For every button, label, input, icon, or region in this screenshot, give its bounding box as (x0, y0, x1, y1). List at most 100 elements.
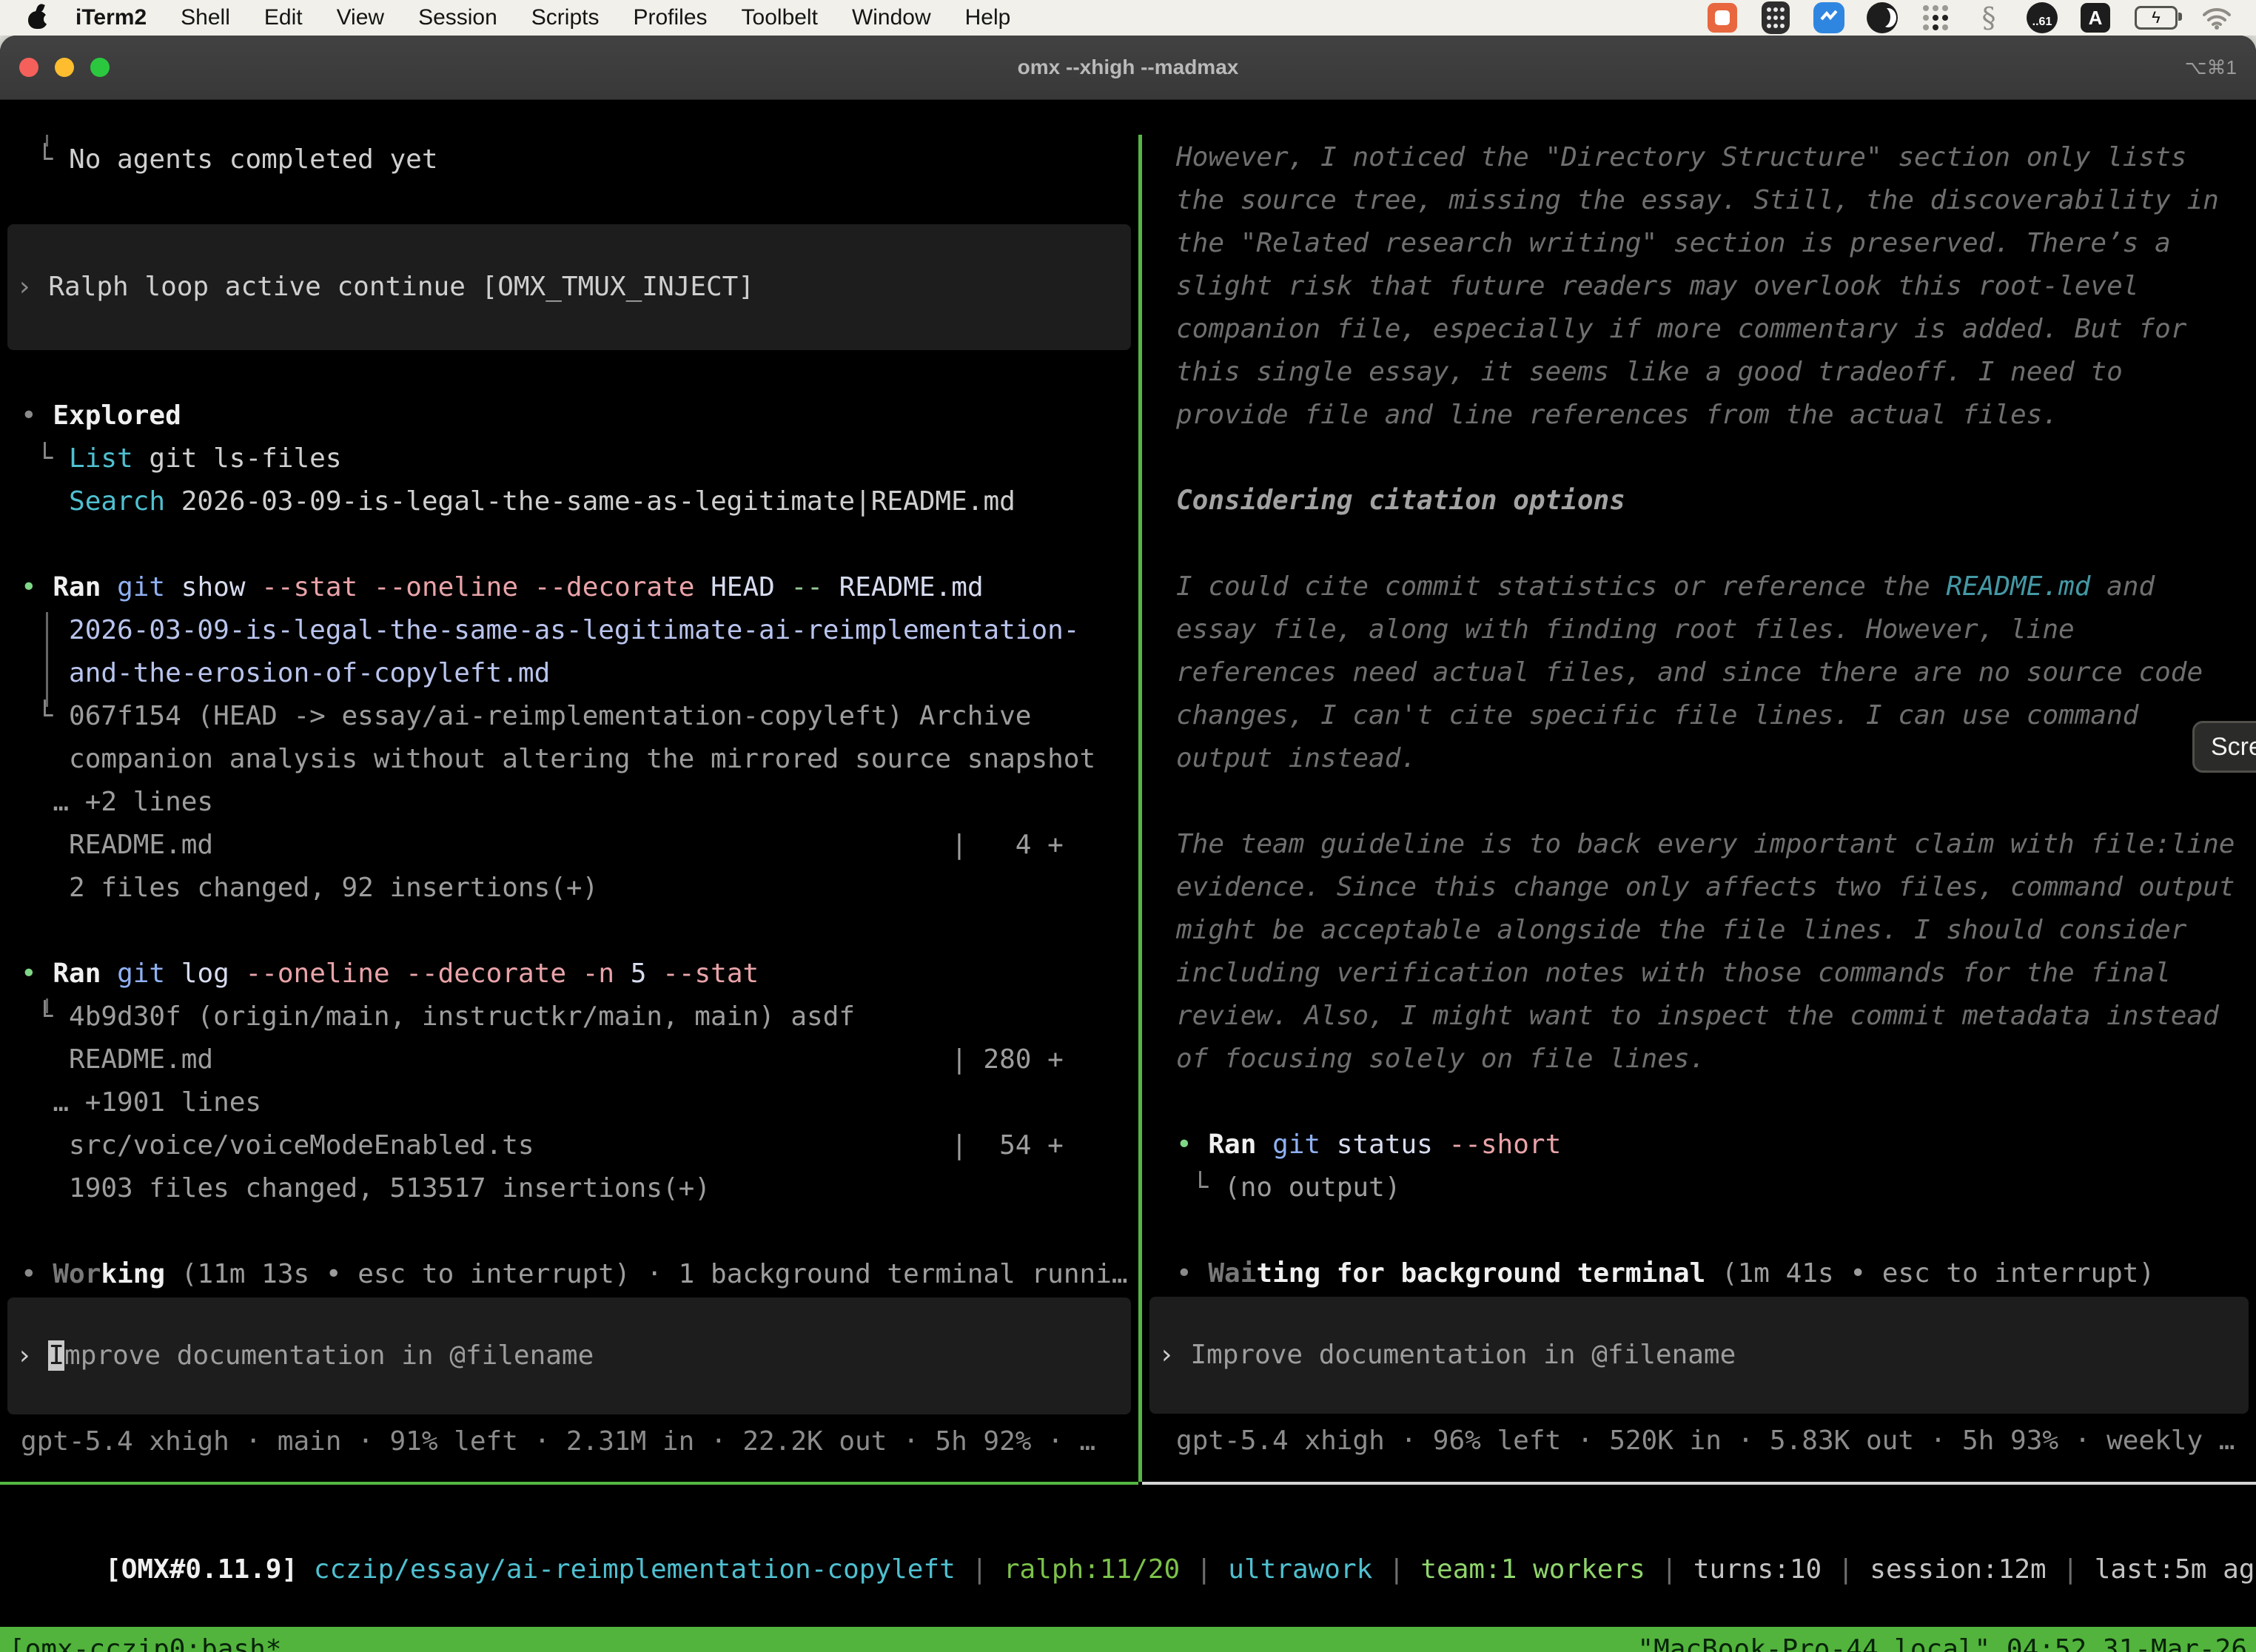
text-segment (1705, 1258, 1722, 1289)
a-badge-icon[interactable]: A (2078, 1, 2112, 35)
badge-61-icon[interactable]: ..61 (2025, 1, 2059, 35)
thinking-line: of focusing solely on file lines. (1176, 1038, 2256, 1081)
status-output: └ (no output) (1176, 1166, 2256, 1209)
text-segment: | (1822, 1554, 1870, 1585)
wifi-icon[interactable] (2200, 1, 2234, 35)
text-segment: -- (791, 572, 823, 602)
menu-item-view[interactable]: View (337, 5, 384, 30)
menu-item-toolbelt[interactable]: Toolbelt (742, 5, 818, 30)
terminal-line (1176, 523, 2256, 565)
text-segment: | (1372, 1554, 1420, 1585)
left-terminal-pane[interactable]: └ No agents completed yet › Ralph loop a… (0, 135, 1138, 1482)
show-filename-2: and-the-erosion-of-copyleft.md (21, 652, 1138, 695)
title-bar[interactable]: omx --xhigh --madmax ⌥⌘1 (0, 36, 2256, 100)
text-segment: 2026-03-09-is-legal-the-same-as-legitima… (165, 486, 1015, 517)
text-segment: the source tree, missing the essay. Stil… (1176, 185, 2219, 215)
squiggle-icon[interactable]: § (1972, 1, 2006, 35)
text-segment: essay file, along with finding root file… (1176, 614, 2075, 645)
text-segment: Wai (1208, 1258, 1256, 1289)
right-terminal-pane[interactable]: However, I noticed the "Directory Struct… (1142, 135, 2256, 1482)
dots-grid-icon[interactable] (1918, 1, 1953, 35)
text-segment: Considering citation options (1176, 486, 1625, 516)
text-segment: 2 files changed, 92 insertions(+) (21, 873, 598, 903)
show-stat-2: 2 files changed, 92 insertions(+) (21, 867, 1138, 910)
text-segment: ultrawork (1228, 1554, 1372, 1585)
battery-icon[interactable]: ϟ (2132, 1, 2181, 35)
thinking-line: including verification notes with those … (1176, 952, 2256, 995)
menu-item-shell[interactable]: Shell (181, 5, 230, 30)
text-segment: README.md (1946, 571, 2090, 602)
show-output-3: … +2 lines (21, 781, 1138, 824)
prompt-input-left[interactable]: › Improve documentation in @filename (7, 1297, 1131, 1414)
text-segment: • (21, 572, 53, 602)
log-output-1: └ 4b9d30f (origin/main, instructkr/main,… (21, 995, 1138, 1038)
text-segment (21, 486, 69, 517)
text-segment (1433, 1129, 1449, 1160)
working-status-line: • Working (11m 13s • esc to interrupt) ·… (21, 1253, 1138, 1296)
text-segment: The team guideline is to back every impo… (1176, 829, 2235, 859)
tmux-status-bar: [omx-cczip0:bash* "MacBook-Pro-44.local"… (0, 1627, 2256, 1652)
tmux-host-clock: "MacBook-Pro-44.local" 04:52 31-Mar-26 (1637, 1628, 2247, 1652)
model-status-left: gpt-5.4 xhigh · main · 91% left · 2.31M … (21, 1420, 1138, 1463)
text-segment: --oneline (374, 572, 518, 602)
thinking-line: references need actual files, and since … (1176, 651, 2256, 694)
text-segment: HEAD (711, 572, 775, 602)
text-segment: session:12m (1870, 1554, 2046, 1585)
chat-app-icon[interactable] (1705, 1, 1739, 35)
text-segment: Search (69, 486, 165, 517)
model-status-right: gpt-5.4 xhigh · 96% left · 520K in · 5.8… (1176, 1420, 2256, 1463)
thinking-line: might be acceptable alongside the file l… (1176, 909, 2256, 952)
text-segment (566, 958, 583, 989)
show-filename-1: 2026-03-09-is-legal-the-same-as-legitima… (21, 609, 1138, 652)
thinking-line: I could cite commit statistics or refere… (1176, 565, 2256, 608)
log-stat-3: 1903 files changed, 513517 insertions(+) (21, 1167, 1138, 1210)
agents-note-line: └ No agents completed yet (21, 138, 1138, 181)
menu-item-window[interactable]: Window (852, 5, 931, 30)
text-segment: status (1337, 1129, 1433, 1160)
text-segment (101, 572, 117, 602)
text-segment: › (1158, 1340, 1190, 1370)
text-segment: └ (21, 1001, 69, 1032)
menu-item-scripts[interactable]: Scripts (531, 5, 600, 30)
text-segment: evidence. Since this change only affects… (1176, 872, 2235, 902)
text-segment: README.md (839, 572, 984, 602)
text-segment: turns:10 (1693, 1554, 1822, 1585)
text-segment: • (1176, 1258, 1208, 1289)
thinking-line: provide file and line references from th… (1176, 394, 2256, 437)
text-segment: 1903 files changed, 513517 insertions(+) (21, 1173, 711, 1203)
apple-logo-icon[interactable] (27, 5, 49, 30)
text-segment: mprove documentation in @filename (64, 1340, 594, 1371)
menu-status-icons: § ..61 A ϟ (1705, 1, 2234, 35)
text-segment (165, 1259, 181, 1289)
terminal-area[interactable]: └ No agents completed yet › Ralph loop a… (0, 135, 2256, 1652)
text-segment: git (117, 958, 165, 989)
menu-item-profiles[interactable]: Profiles (633, 5, 707, 30)
menu-item-edit[interactable]: Edit (264, 5, 303, 30)
thinking-heading: Considering citation options (1176, 480, 2256, 523)
text-segment: └ (21, 144, 69, 175)
text-segment: └ (21, 701, 69, 731)
text-segment: 067f154 (HEAD -> essay/ai-reimplementati… (69, 701, 1031, 731)
ran-git-status: • Ran git status --short (1176, 1124, 2256, 1166)
log-output-2: … +1901 lines (21, 1081, 1138, 1124)
text-segment: git (1272, 1129, 1320, 1160)
blue-badge-icon[interactable] (1812, 1, 1846, 35)
text-segment (823, 572, 839, 602)
text-segment: --stat (662, 958, 759, 989)
tmux-session-label: [omx-cczip0:bash* (9, 1628, 281, 1652)
text-segment: companion analysis without altering the … (21, 744, 1095, 774)
text-segment: • (1176, 1129, 1208, 1160)
keypad-shield-icon[interactable] (1759, 1, 1793, 35)
prompt-input-right[interactable]: › Improve documentation in @filename (1149, 1297, 2249, 1414)
text-segment: of focusing solely on file lines. (1176, 1044, 1705, 1074)
menu-item-help[interactable]: Help (965, 5, 1011, 30)
menu-item-iterm2[interactable]: iTerm2 (75, 5, 147, 30)
menu-item-session[interactable]: Session (418, 5, 497, 30)
text-segment: README.md | 280 + (21, 1044, 1064, 1075)
text-segment: --short (1449, 1129, 1562, 1160)
moon-app-icon[interactable] (1865, 1, 1899, 35)
text-segment: Ran (1208, 1129, 1256, 1160)
text-segment: king (101, 1259, 165, 1289)
text-segment: --decorate (534, 572, 695, 602)
right-pane-bottom-border (1142, 1482, 2256, 1485)
